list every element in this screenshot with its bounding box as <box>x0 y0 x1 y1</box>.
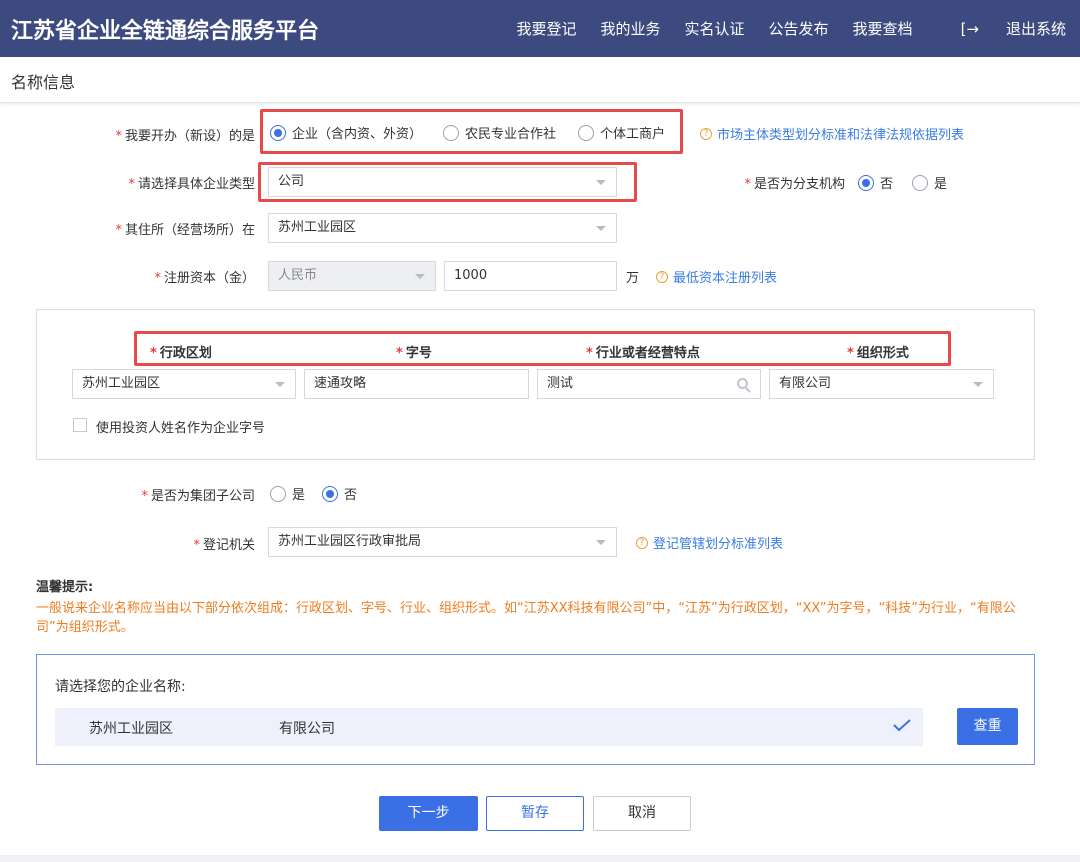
highlight-box-name-headers <box>134 331 951 366</box>
authority-label: * 登记机关 <box>193 538 255 553</box>
logout-icon: [→ <box>960 20 979 38</box>
company-type-label: * 请选择具体企业类型 <box>128 177 255 192</box>
help-question-icon: ? <box>636 536 648 549</box>
radio-selected-icon <box>858 174 874 191</box>
radio-icon <box>578 124 594 141</box>
radio-selected-icon <box>270 124 286 141</box>
currency-select: 人民币 <box>268 261 436 291</box>
top-navigation-bar: 江苏省企业全链通综合服务平台 我要登记 我的业务 实名认证 公告发布 我要查档 … <box>0 0 1080 57</box>
radio-icon <box>270 485 286 502</box>
radio-branch-no[interactable]: 否 <box>858 173 893 192</box>
org-form-select[interactable]: 有限公司 <box>769 369 994 399</box>
name-result-right: 有限公司 <box>279 721 335 737</box>
capital-amount-input[interactable]: 1000 <box>444 261 617 291</box>
choose-name-panel: 请选择您的企业名称: 苏州工业园区 有限公司 查重 <box>36 654 1035 765</box>
radio-icon <box>443 124 459 141</box>
location-select[interactable]: 苏州工业园区 <box>268 213 617 243</box>
top-nav: 我要登记 我的业务 实名认证 公告发布 我要查档 [→ 退出系统 <box>492 18 1066 39</box>
nav-real-name-auth[interactable]: 实名认证 <box>685 18 745 39</box>
duplicate-check-button[interactable]: 查重 <box>957 708 1018 745</box>
company-type-select[interactable]: 公司 <box>268 167 617 197</box>
location-label: * 其住所（经营场所）在 <box>115 223 255 238</box>
footer-strip <box>0 855 1080 862</box>
section-header: 名称信息 <box>0 57 1080 103</box>
tips-title: 温馨提示: <box>36 580 94 595</box>
radio-group-yes[interactable]: 是 <box>270 484 305 503</box>
save-draft-button[interactable]: 暂存 <box>486 796 584 831</box>
header-org-form: * 组织形式 <box>847 346 909 361</box>
nav-announcement[interactable]: 公告发布 <box>769 18 829 39</box>
capital-label: * 注册资本（金） <box>154 271 255 286</box>
logout-label: 退出系统 <box>1005 20 1066 38</box>
check-icon <box>893 719 911 731</box>
chevron-down-icon <box>596 540 606 545</box>
use-investor-name-label: 使用投资人姓名作为企业字号 <box>96 421 266 436</box>
chevron-down-icon <box>596 226 606 231</box>
chevron-down-icon <box>596 180 606 185</box>
min-capital-help-link[interactable]: ? 最低资本注册列表 <box>656 267 777 286</box>
name-result-left: 苏州工业园区 <box>89 721 173 737</box>
entity-type-label: * 我要开办（新设）的是 <box>115 129 255 144</box>
radio-selected-icon <box>322 485 338 502</box>
chevron-down-icon <box>415 274 425 279</box>
header-district: * 行政区划 <box>150 346 212 361</box>
choose-name-title: 请选择您的企业名称: <box>55 679 186 695</box>
search-icon[interactable] <box>737 378 748 389</box>
chevron-down-icon <box>275 382 285 387</box>
help-question-icon: ? <box>656 270 668 283</box>
entity-type-help-link[interactable]: ? 市场主体类型划分标准和法律法规依据列表 <box>700 124 964 143</box>
group-sub-label: * 是否为集团子公司 <box>141 489 255 504</box>
platform-title: 江苏省企业全链通综合服务平台 <box>11 19 320 44</box>
next-step-button[interactable]: 下一步 <box>379 796 478 831</box>
name-result-row[interactable]: 苏州工业园区 有限公司 <box>55 708 923 746</box>
radio-group-no[interactable]: 否 <box>322 484 357 503</box>
district-select[interactable]: 苏州工业园区 <box>72 369 296 399</box>
trade-name-input[interactable]: 速通攻略 <box>304 369 529 399</box>
logout-button[interactable]: [→ 退出系统 <box>937 18 1066 39</box>
radio-icon <box>912 174 928 191</box>
cancel-button[interactable]: 取消 <box>593 796 691 831</box>
header-industry: * 行业或者经营特点 <box>586 346 700 361</box>
section-title: 名称信息 <box>11 73 76 92</box>
capital-unit: 万 <box>626 271 640 286</box>
nav-archive-query[interactable]: 我要查档 <box>853 18 913 39</box>
use-investor-name-checkbox[interactable] <box>73 418 87 432</box>
help-question-icon: ? <box>700 127 712 140</box>
authority-select[interactable]: 苏州工业园区行政审批局 <box>268 527 617 557</box>
header-trade-name: * 字号 <box>396 346 432 361</box>
authority-help-link[interactable]: ? 登记管辖划分标准列表 <box>636 533 783 552</box>
nav-register[interactable]: 我要登记 <box>516 18 576 39</box>
radio-cooperative[interactable]: 农民专业合作社 <box>443 123 556 142</box>
tips-body: 一般说来企业名称应当由以下部分依次组成：行政区划、字号、行业、组织形式。如“江苏… <box>36 601 1016 635</box>
radio-branch-yes[interactable]: 是 <box>912 173 947 192</box>
branch-label: * 是否为分支机构 <box>744 177 845 192</box>
radio-enterprise[interactable]: 企业（含内资、外资） <box>270 123 422 142</box>
industry-input[interactable]: 测试 <box>537 369 761 399</box>
chevron-down-icon <box>973 382 983 387</box>
radio-individual[interactable]: 个体工商户 <box>578 123 665 142</box>
nav-my-business[interactable]: 我的业务 <box>601 18 661 39</box>
